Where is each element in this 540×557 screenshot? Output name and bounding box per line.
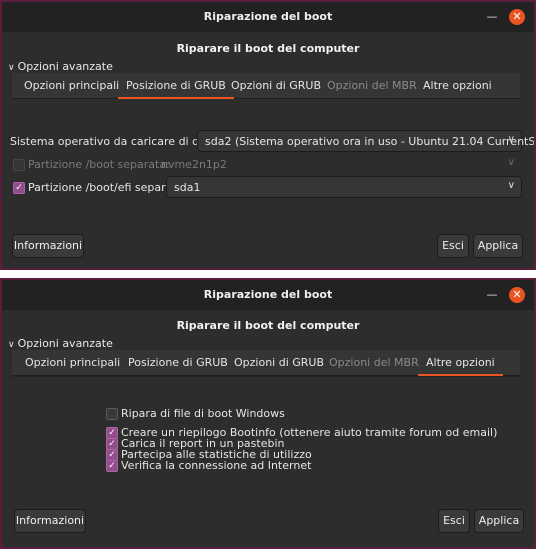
advanced-options-expander[interactable]: ∨ Opzioni avanzate [8, 337, 113, 350]
separate-efi-label: Partizione /boot/efi separata: [28, 181, 188, 194]
tab-bar: Opzioni principali Posizione di GRUB Opz… [12, 73, 520, 99]
separate-efi-checkbox[interactable]: ✓ [13, 182, 25, 194]
chevron-down-icon: ∨ [8, 63, 15, 73]
default-os-combo[interactable]: sda2 (Sistema operativo ora in uso - Ubu… [197, 130, 534, 152]
window-title: Riparazione del boot [203, 10, 333, 23]
expander-label: Opzioni avanzate [17, 337, 113, 350]
separate-boot-label: Partizione /boot separata: [28, 158, 170, 171]
boot-repair-window-grub-location: Riparazione del boot — ✕ Riparare il boo… [0, 0, 536, 270]
tab-bar: Opzioni principali Posizione di GRUB Opz… [12, 350, 520, 376]
minimize-icon[interactable]: — [484, 287, 500, 303]
dialog-heading: Riparare il boot del computer [176, 42, 360, 55]
tab-other-options[interactable]: Altre opzioni [423, 79, 492, 92]
chevron-down-icon: ∨ [8, 340, 15, 350]
advanced-options-expander[interactable]: ∨ Opzioni avanzate [8, 60, 113, 73]
option-label: Ripara di file di boot Windows [121, 407, 285, 420]
tab-grub-location[interactable]: Posizione di GRUB [128, 356, 228, 369]
option-checkbox[interactable]: ✓ [106, 460, 118, 472]
titlebar[interactable]: Riparazione del boot — ✕ [2, 2, 534, 32]
info-button[interactable]: Informazioni [14, 509, 86, 533]
separate-boot-checkbox [13, 159, 25, 171]
tab-other-options[interactable]: Altre opzioni [418, 356, 503, 376]
titlebar[interactable]: Riparazione del boot — ✕ [2, 280, 534, 310]
separate-boot-combo: nvme2n1p2 ∨ [153, 153, 522, 175]
window-title: Riparazione del boot [203, 288, 333, 301]
apply-button[interactable]: Applica [473, 234, 523, 258]
option-checkbox[interactable] [106, 408, 118, 420]
apply-button[interactable]: Applica [474, 509, 524, 533]
boot-repair-window-other-options: Riparazione del boot — ✕ Riparare il boo… [0, 278, 536, 549]
default-os-value: sda2 (Sistema operativo ora in uso - Ubu… [205, 135, 536, 148]
separate-efi-value: sda1 [174, 181, 201, 194]
exit-button[interactable]: Esci [437, 234, 469, 258]
exit-button[interactable]: Esci [438, 509, 470, 533]
minimize-icon[interactable]: — [484, 9, 500, 25]
tab-grub-options[interactable]: Opzioni di GRUB [234, 356, 324, 369]
tab-panel-divider [12, 376, 520, 377]
tab-mbr-options: Opzioni del MBR [329, 356, 419, 369]
tab-grub-location[interactable]: Posizione di GRUB [118, 79, 234, 99]
info-button[interactable]: Informazioni [12, 234, 84, 258]
chevron-down-icon: ∨ [507, 134, 515, 145]
expander-label: Opzioni avanzate [17, 60, 113, 73]
chevron-down-icon: ∨ [507, 157, 515, 168]
tab-mbr-options: Opzioni del MBR [327, 79, 417, 92]
option-label: Verifica la connessione ad Internet [121, 459, 312, 472]
tab-main-options[interactable]: Opzioni principali [25, 356, 120, 369]
chevron-down-icon: ∨ [507, 180, 515, 191]
close-icon[interactable]: ✕ [509, 287, 525, 303]
tab-main-options[interactable]: Opzioni principali [24, 79, 119, 92]
dialog-heading: Riparare il boot del computer [176, 319, 360, 332]
tab-grub-options[interactable]: Opzioni di GRUB [231, 79, 321, 92]
separate-efi-combo[interactable]: sda1 ∨ [166, 176, 522, 198]
separate-boot-value: nvme2n1p2 [161, 158, 227, 171]
close-icon[interactable]: ✕ [509, 9, 525, 25]
